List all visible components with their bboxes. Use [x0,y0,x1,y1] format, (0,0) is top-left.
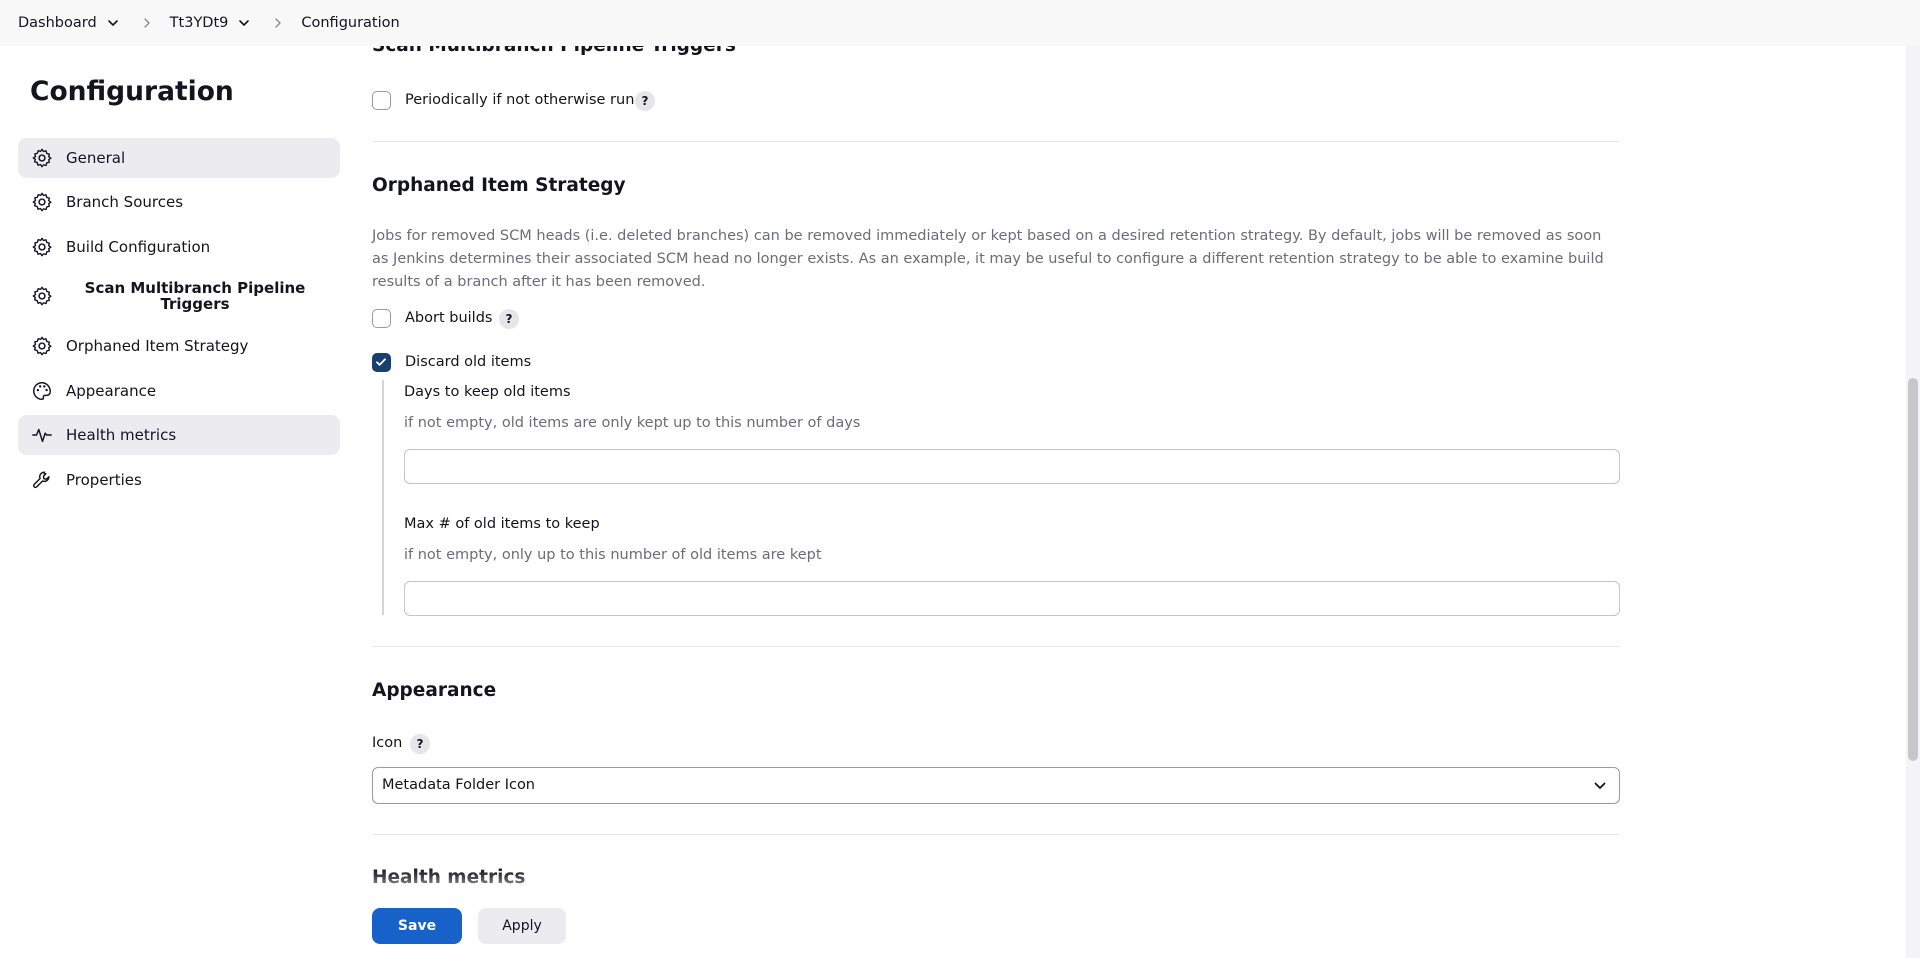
help-icon[interactable]: ? [410,734,430,754]
periodic-run-label[interactable]: Periodically if not otherwise run [405,92,634,108]
wrench-icon [32,471,50,489]
sidebar-item-label[interactable]: Branch Sources [66,193,183,211]
sidebar-item-label[interactable]: Health metrics [66,426,176,444]
discard-old-items-label[interactable]: Discard old items [405,354,531,370]
max-old-items-label: Max # of old items to keep [404,516,600,532]
days-to-keep-label: Days to keep old items [404,384,571,400]
days-to-keep-help: if not empty, old items are only kept up… [404,415,861,431]
section-title-health-metrics: Health metrics [372,867,526,888]
save-button[interactable]: Save [372,908,462,944]
sidebar-item-label[interactable]: Scan Multibranch Pipeline Triggers [66,280,324,312]
apply-button[interactable]: Apply [478,908,566,944]
section-divider [372,834,1620,835]
max-old-items-input[interactable] [404,581,1620,616]
scrollbar-thumb[interactable] [1908,378,1918,761]
gear-icon [32,148,52,168]
section-title-appearance: Appearance [372,680,497,701]
sidebar-item-orphaned-item-strategy[interactable]: Orphaned Item Strategy [18,326,340,366]
help-icon[interactable]: ? [499,309,519,329]
sidebar-item-label[interactable]: Appearance [66,382,156,400]
chevron-down-icon[interactable] [1593,779,1607,793]
breadcrumb-dashboard-label[interactable]: Dashboard [18,15,97,31]
section-title-orphaned-item-strategy: Orphaned Item Strategy [372,175,626,196]
sidebar-item-label[interactable]: Properties [66,471,142,489]
chevron-right-icon [275,18,282,28]
abort-builds-checkbox[interactable] [372,309,391,328]
sidebar-item-appearance[interactable]: Appearance [18,371,340,411]
sidebar-item-label[interactable]: Build Configuration [66,238,210,256]
page-title: Configuration [30,76,234,107]
pulse-icon [32,428,52,443]
gear-icon [32,237,52,257]
sidebar-item-label[interactable]: Orphaned Item Strategy [66,337,248,355]
orphaned-description: Jobs for removed SCM heads (i.e. deleted… [372,228,1604,290]
check-icon [376,358,386,366]
sidebar-item-health-metrics[interactable]: Health metrics [18,415,340,455]
gear-icon [32,336,52,356]
icon-field-label: Icon [372,735,403,751]
periodic-run-checkbox[interactable] [372,91,391,110]
bottom-action-bar: Save Apply [350,894,1908,958]
sidebar-item-general[interactable]: General [18,138,340,178]
help-icon[interactable]: ? [635,91,655,111]
icon-select-value[interactable]: Metadata Folder Icon [382,777,535,793]
gear-icon [32,286,52,306]
breadcrumb-configuration: Configuration [301,15,399,31]
sidebar-item-scan-triggers[interactable]: Scan Multibranch Pipeline Triggers [18,272,340,320]
sidebar-item-label[interactable]: General [66,149,125,167]
top-bar: Dashboard Tt3YDt9 Configuration [0,0,1920,46]
icon-select[interactable]: Metadata Folder Icon [372,767,1620,804]
breadcrumb-configuration-label: Configuration [301,15,400,31]
abort-builds-label[interactable]: Abort builds [405,310,492,326]
days-to-keep-input[interactable] [404,449,1620,484]
gear-icon [32,192,52,212]
chevron-down-icon[interactable] [106,16,120,30]
breadcrumb: Dashboard Tt3YDt9 Configuration [18,0,400,46]
max-old-items-help: if not empty, only up to this number of … [404,547,822,563]
section-divider [372,646,1620,647]
chevron-down-icon[interactable] [237,16,251,30]
sidebar-item-properties[interactable]: Properties [18,460,340,500]
sidebar-item-build-configuration[interactable]: Build Configuration [18,227,340,267]
chevron-right-icon [143,18,150,28]
breadcrumb-job[interactable]: Tt3YDt9 [170,15,252,31]
section-divider [372,141,1620,142]
breadcrumb-dashboard[interactable]: Dashboard [18,15,120,31]
discard-old-items-checkbox[interactable] [372,353,391,372]
breadcrumb-job-label[interactable]: Tt3YDt9 [170,15,229,31]
nested-options-bar [382,380,384,615]
palette-icon [33,382,51,400]
sidebar-item-branch-sources[interactable]: Branch Sources [18,182,340,222]
